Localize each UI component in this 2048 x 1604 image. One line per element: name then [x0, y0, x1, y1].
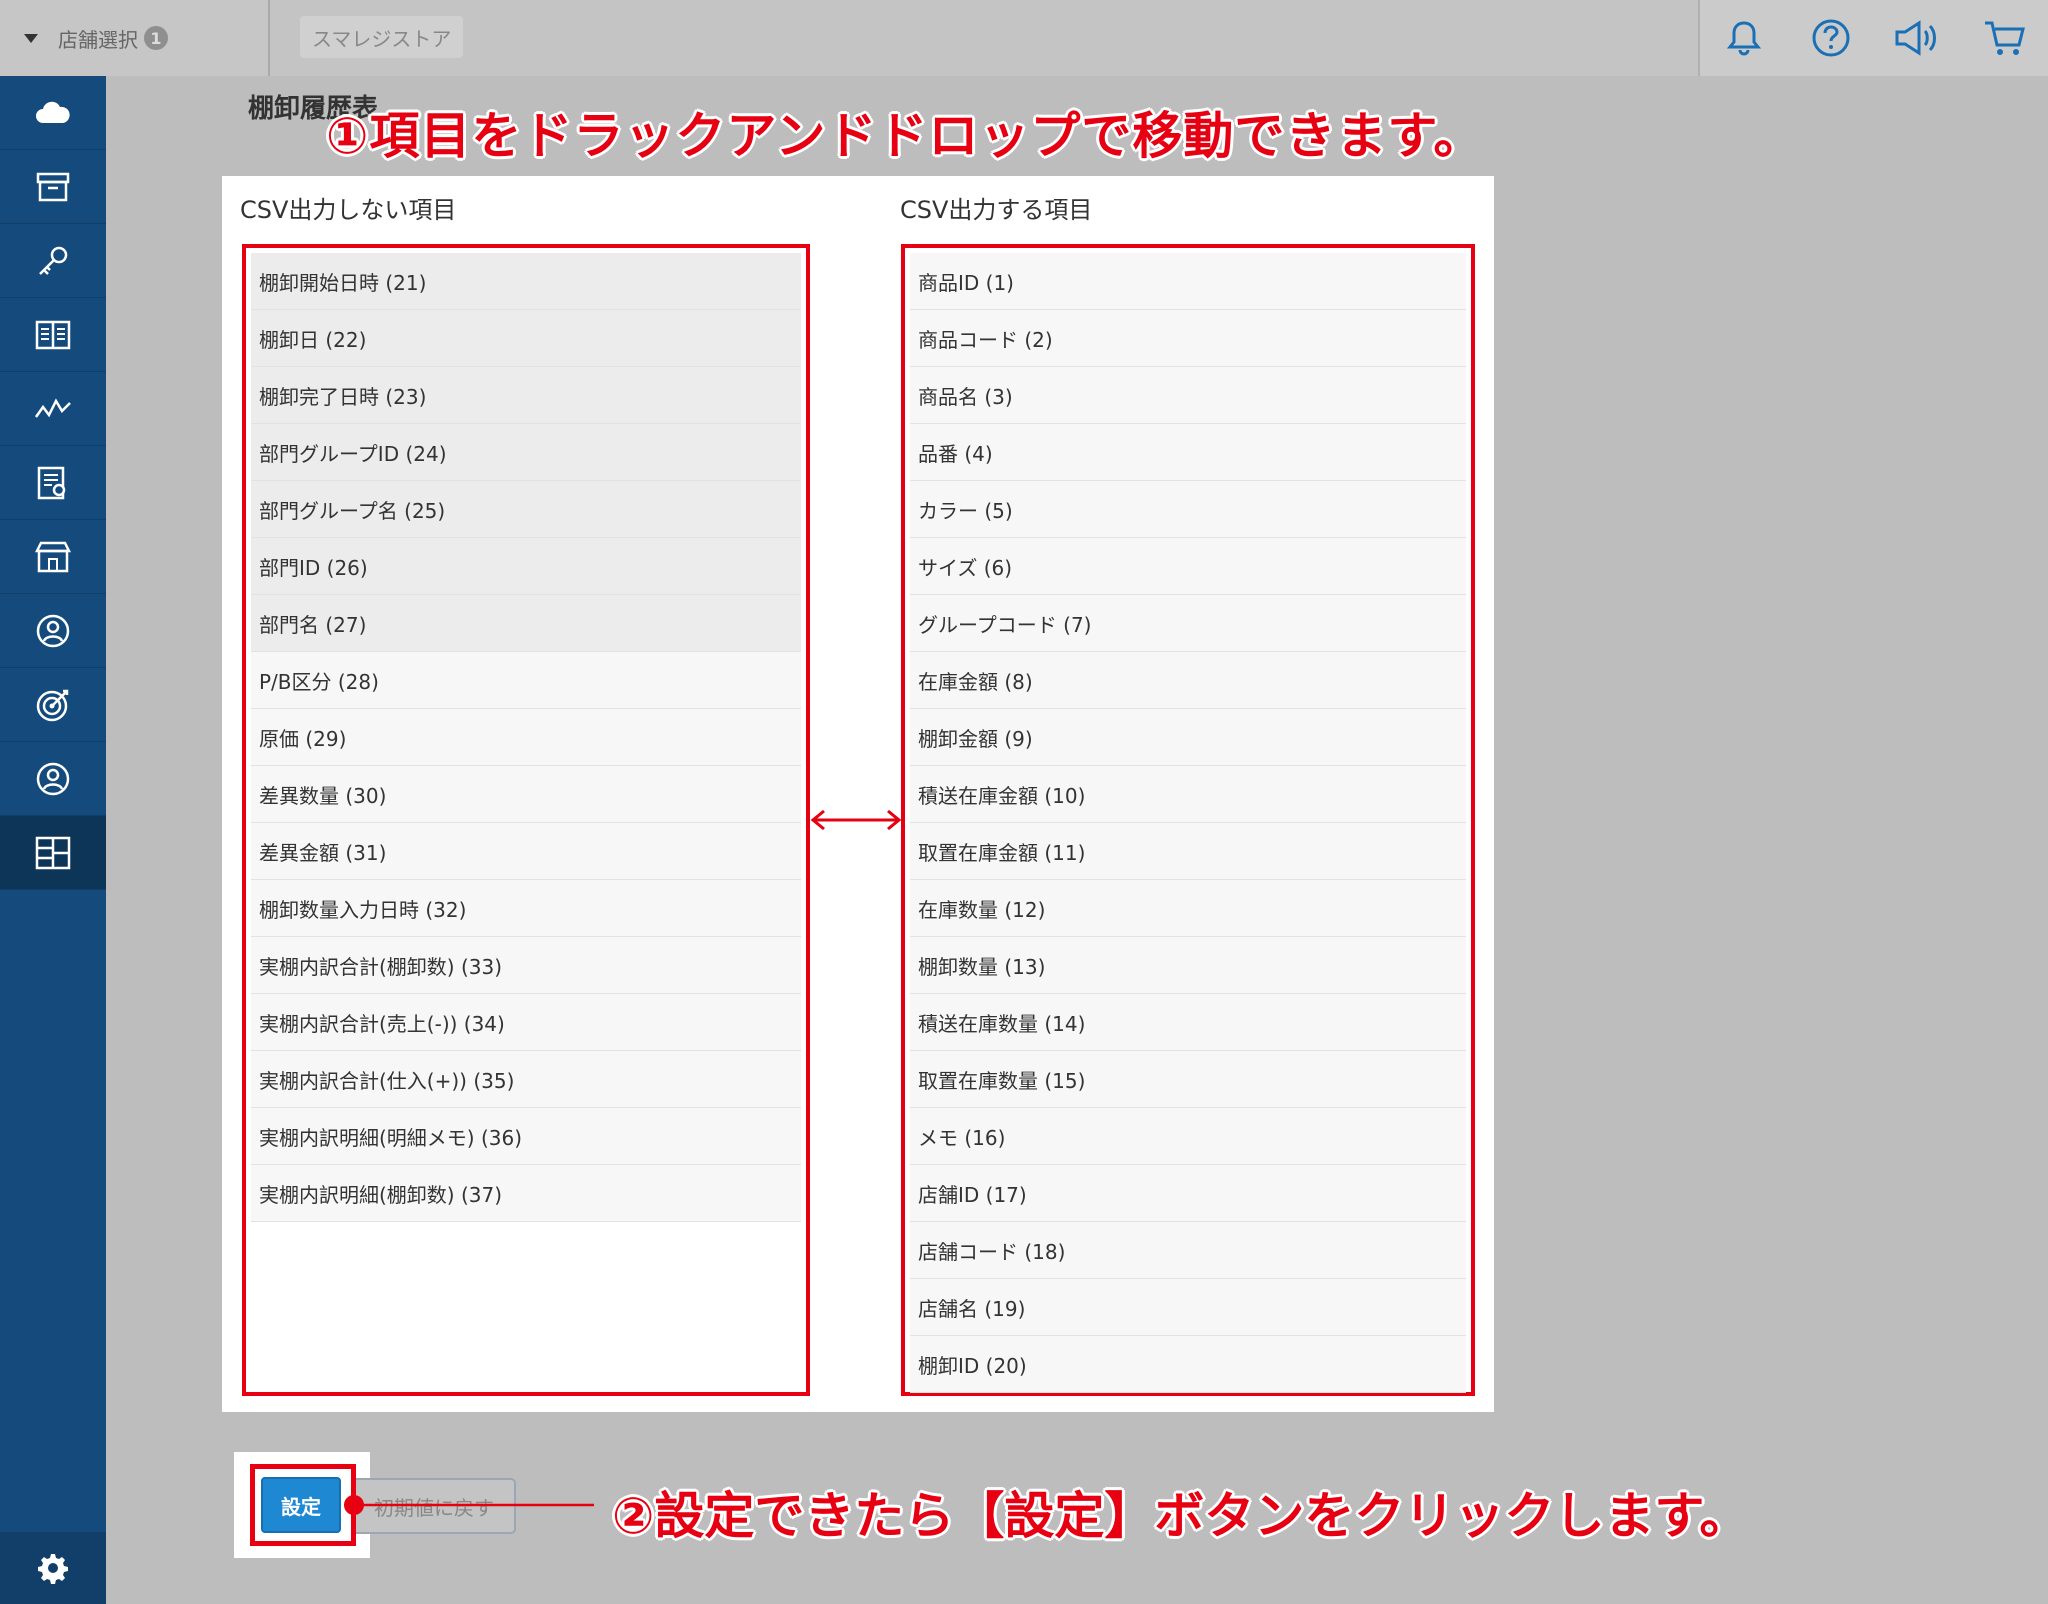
list-item[interactable]: 部門グループID (24)	[251, 424, 801, 481]
sidebar	[0, 76, 106, 1604]
bell-icon[interactable]	[1719, 13, 1769, 63]
help-icon[interactable]	[1806, 13, 1856, 63]
store-count-badge: 1	[144, 26, 168, 50]
callout-connector	[344, 1495, 594, 1515]
sidebar-item-cloud[interactable]	[0, 76, 106, 150]
list-item[interactable]: 店舗名 (19)	[910, 1279, 1466, 1336]
list-item[interactable]: 実棚内訳明細(明細メモ) (36)	[251, 1108, 801, 1165]
target-icon	[36, 689, 69, 721]
list-item[interactable]: 取置在庫数量 (15)	[910, 1051, 1466, 1108]
top-icon-group	[1698, 0, 2048, 76]
book-icon	[35, 320, 71, 349]
list-item[interactable]: 実棚内訳合計(仕入(+)) (35)	[251, 1051, 801, 1108]
annotation-step-1: ①項目をドラックアンドドロップで移動できます。	[326, 107, 1485, 165]
settings-gear[interactable]	[0, 1532, 106, 1604]
report-icon	[37, 466, 66, 499]
list-item[interactable]: 品番 (4)	[910, 424, 1466, 481]
gear-icon	[38, 1554, 68, 1584]
caret-down-icon	[24, 33, 38, 43]
annotation-step-2: ②設定できたら【設定】ボタンをクリックします。	[612, 1487, 1750, 1545]
megaphone-icon[interactable]	[1893, 13, 1943, 63]
list-item[interactable]: 部門名 (27)	[251, 595, 801, 652]
list-item[interactable]: 差異数量 (30)	[251, 766, 801, 823]
store-select-label: 店舗選択	[58, 27, 138, 52]
key-icon	[39, 246, 68, 275]
staff-icon	[36, 762, 70, 795]
sidebar-item-key[interactable]	[0, 224, 106, 298]
list-item[interactable]: 差異金額 (31)	[251, 823, 801, 880]
archive-icon	[36, 172, 70, 201]
list-item[interactable]: 棚卸数量 (13)	[910, 937, 1466, 994]
list-item[interactable]: 商品コード (2)	[910, 310, 1466, 367]
list-item[interactable]: 店舗ID (17)	[910, 1165, 1466, 1222]
sidebar-item-archive[interactable]	[0, 150, 106, 224]
list-item[interactable]: 在庫金額 (8)	[910, 652, 1466, 709]
sidebar-item-staff[interactable]	[0, 742, 106, 816]
sidebar-item-book[interactable]	[0, 298, 106, 372]
list-item[interactable]: 店舗コード (18)	[910, 1222, 1466, 1279]
store-icon	[35, 541, 71, 572]
list-item[interactable]: P/B区分 (28)	[251, 652, 801, 709]
list-item[interactable]: 部門ID (26)	[251, 538, 801, 595]
sidebar-item-report[interactable]	[0, 446, 106, 520]
excluded-columns-heading: CSV出力しない項目	[240, 196, 457, 224]
excluded-columns-list[interactable]: 棚卸開始日時 (21) 棚卸日 (22) 棚卸完了日時 (23) 部門グループID (…	[242, 244, 810, 1396]
line-chart-icon	[34, 397, 71, 418]
list-item[interactable]: グループコード (7)	[910, 595, 1466, 652]
sidebar-item-chart[interactable]	[0, 372, 106, 446]
double-arrow-icon	[810, 809, 902, 831]
list-item[interactable]: 棚卸金額 (9)	[910, 709, 1466, 766]
sidebar-item-store[interactable]	[0, 520, 106, 594]
list-item[interactable]: 部門グループ名 (25)	[251, 481, 801, 538]
list-item[interactable]: 棚卸完了日時 (23)	[251, 367, 801, 424]
list-item[interactable]: 在庫数量 (12)	[910, 880, 1466, 937]
sidebar-item-target[interactable]	[0, 668, 106, 742]
cart-icon[interactable]	[1980, 13, 2030, 63]
list-item[interactable]: 実棚内訳合計(棚卸数) (33)	[251, 937, 801, 994]
list-item[interactable]: 実棚内訳合計(売上(-)) (34)	[251, 994, 801, 1051]
list-item[interactable]: 積送在庫数量 (14)	[910, 994, 1466, 1051]
list-item[interactable]: カラー (5)	[910, 481, 1466, 538]
sidebar-item-inventory[interactable]	[0, 816, 106, 890]
list-item[interactable]: 商品名 (3)	[910, 367, 1466, 424]
list-item[interactable]: 積送在庫金額 (10)	[910, 766, 1466, 823]
included-columns-list[interactable]: 商品ID (1) 商品コード (2) 商品名 (3) 品番 (4) カラー (5) サイズ…	[901, 244, 1475, 1396]
list-item[interactable]: サイズ (6)	[910, 538, 1466, 595]
list-item[interactable]: メモ (16)	[910, 1108, 1466, 1165]
top-bar: 店舗選択 1 スマレジストア	[0, 0, 2048, 76]
list-item[interactable]: 商品ID (1)	[910, 253, 1466, 310]
list-item[interactable]: 棚卸数量入力日時 (32)	[251, 880, 801, 937]
list-item[interactable]: 棚卸日 (22)	[251, 310, 801, 367]
store-name-chip[interactable]: スマレジストア	[300, 16, 464, 58]
list-item[interactable]: 実棚内訳明細(棚卸数) (37)	[251, 1165, 801, 1222]
list-item[interactable]: 棚卸開始日時 (21)	[251, 253, 801, 310]
grid-icon	[35, 836, 71, 869]
list-item[interactable]: 取置在庫金額 (11)	[910, 823, 1466, 880]
store-select-dropdown[interactable]: 店舗選択 1	[0, 0, 270, 76]
user-circle-icon	[36, 614, 70, 647]
included-columns-heading: CSV出力する項目	[900, 196, 1093, 224]
list-item[interactable]: 原価 (29)	[251, 709, 801, 766]
sidebar-item-customer[interactable]	[0, 594, 106, 668]
cloud-icon	[36, 101, 70, 123]
list-item[interactable]: 棚卸ID (20)	[910, 1336, 1466, 1393]
